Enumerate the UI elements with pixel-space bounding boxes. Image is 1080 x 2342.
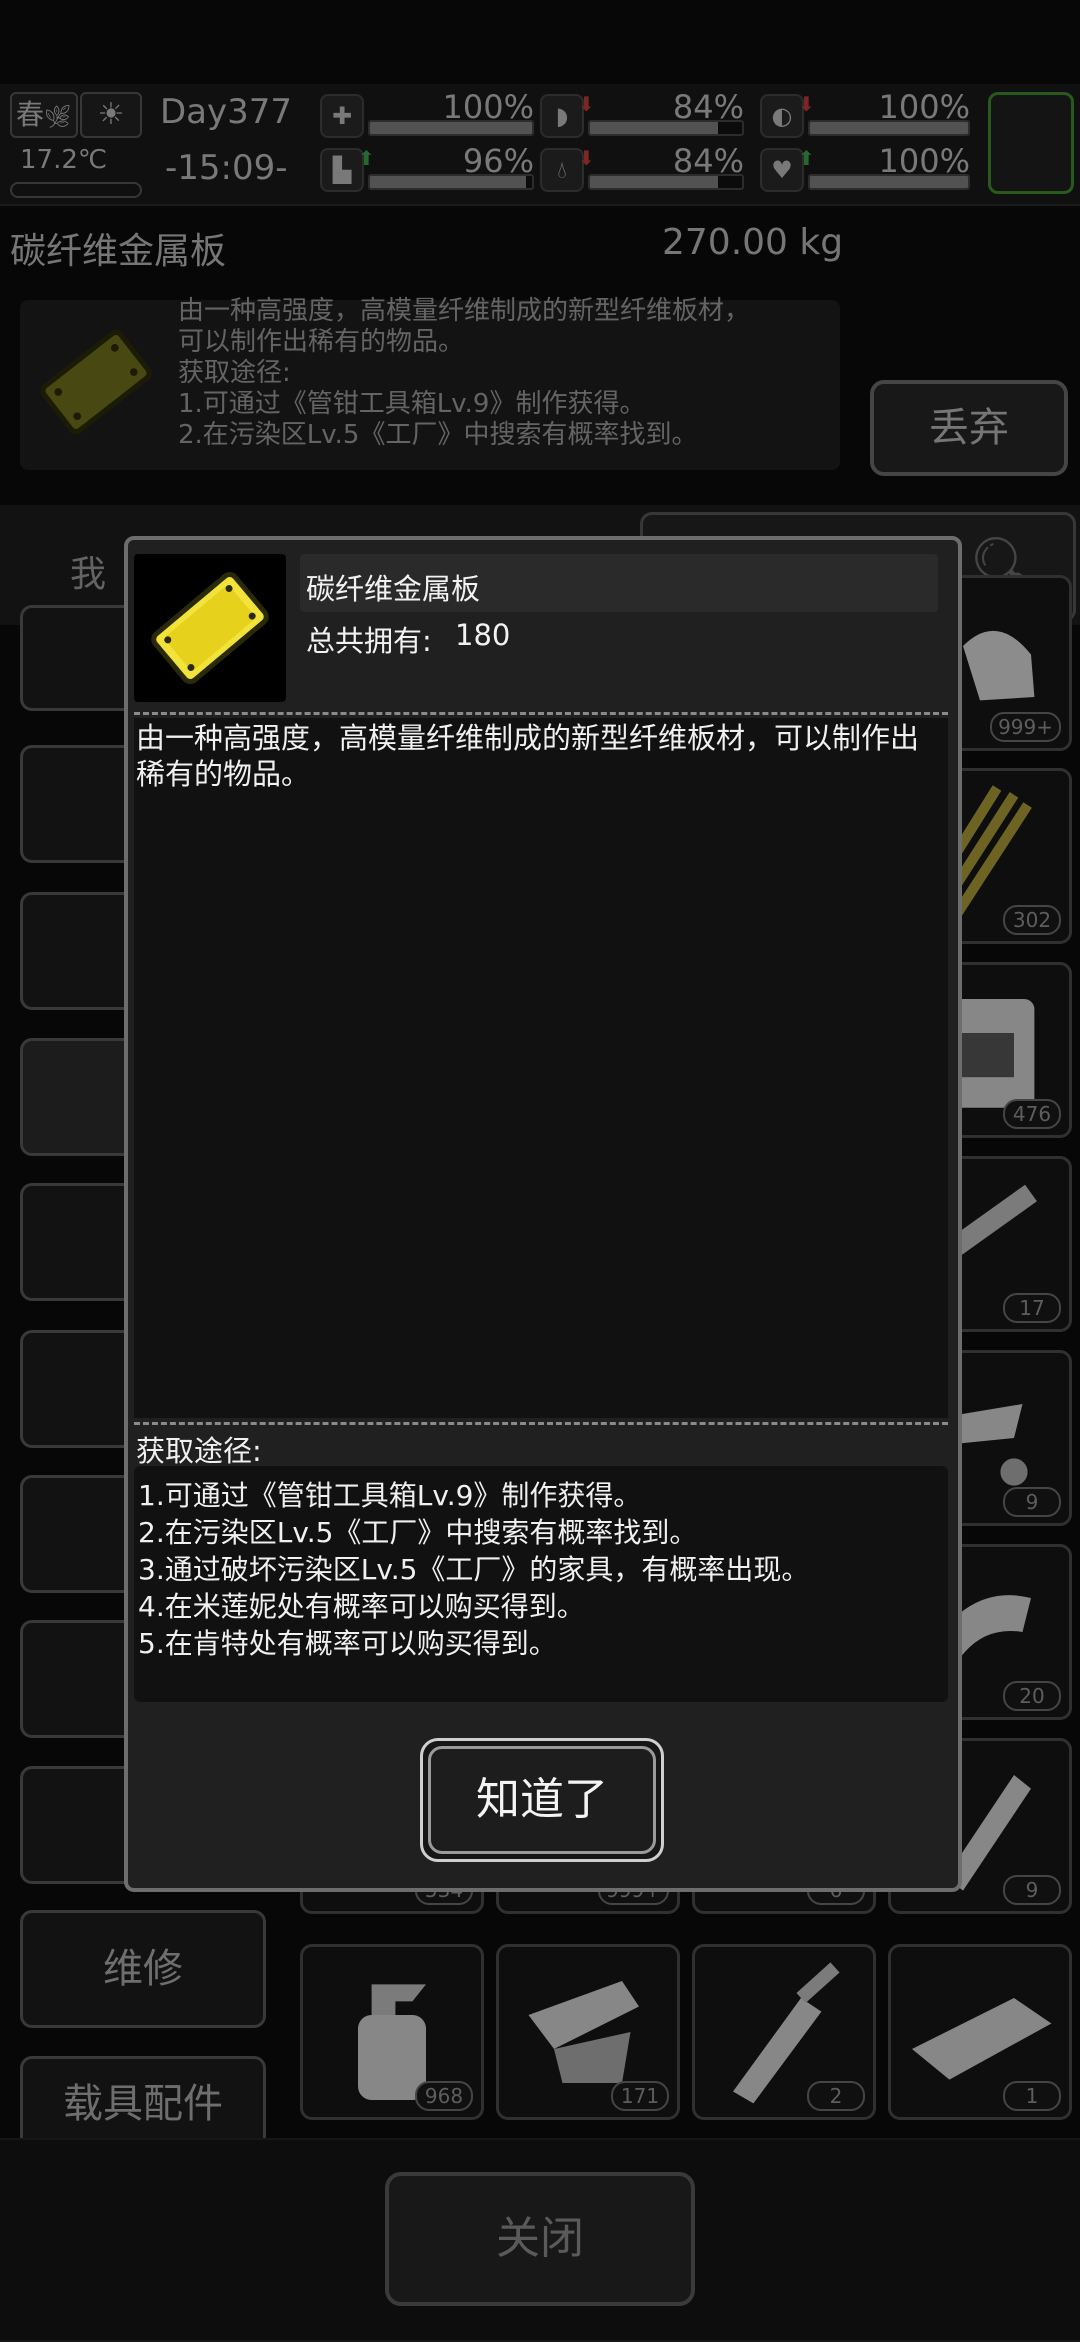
modal-description-area <box>134 718 948 1418</box>
modal-item-name: 碳纤维金属板 <box>306 572 481 606</box>
modal-sources-label: 获取途径: <box>136 1434 262 1468</box>
modal-owned-value: 180 <box>455 618 511 652</box>
source-item: 1.可通过《管钳工具箱Lv.9》制作获得。 <box>138 1479 642 1512</box>
ok-button[interactable]: 知道了 <box>428 1746 656 1854</box>
carbon-plate-icon <box>151 571 269 685</box>
modal-item-icon-frame <box>134 554 286 702</box>
source-item: 5.在肯特处有概率可以购买得到。 <box>138 1627 557 1660</box>
source-item: 4.在米莲妮处有概率可以购买得到。 <box>138 1590 585 1623</box>
modal-description: 由一种高强度，高模量纤维制成的新型纤维板材，可以制作出稀有的物品。 <box>136 721 920 791</box>
divider <box>134 1422 948 1425</box>
source-item: 2.在污染区Lv.5《工厂》中搜索有概率找到。 <box>138 1516 698 1549</box>
divider <box>134 712 948 715</box>
source-item: 3.通过破坏污染区Lv.5《工厂》的家具，有概率出现。 <box>138 1553 810 1586</box>
modal-owned-label: 总共拥有: <box>306 624 432 658</box>
